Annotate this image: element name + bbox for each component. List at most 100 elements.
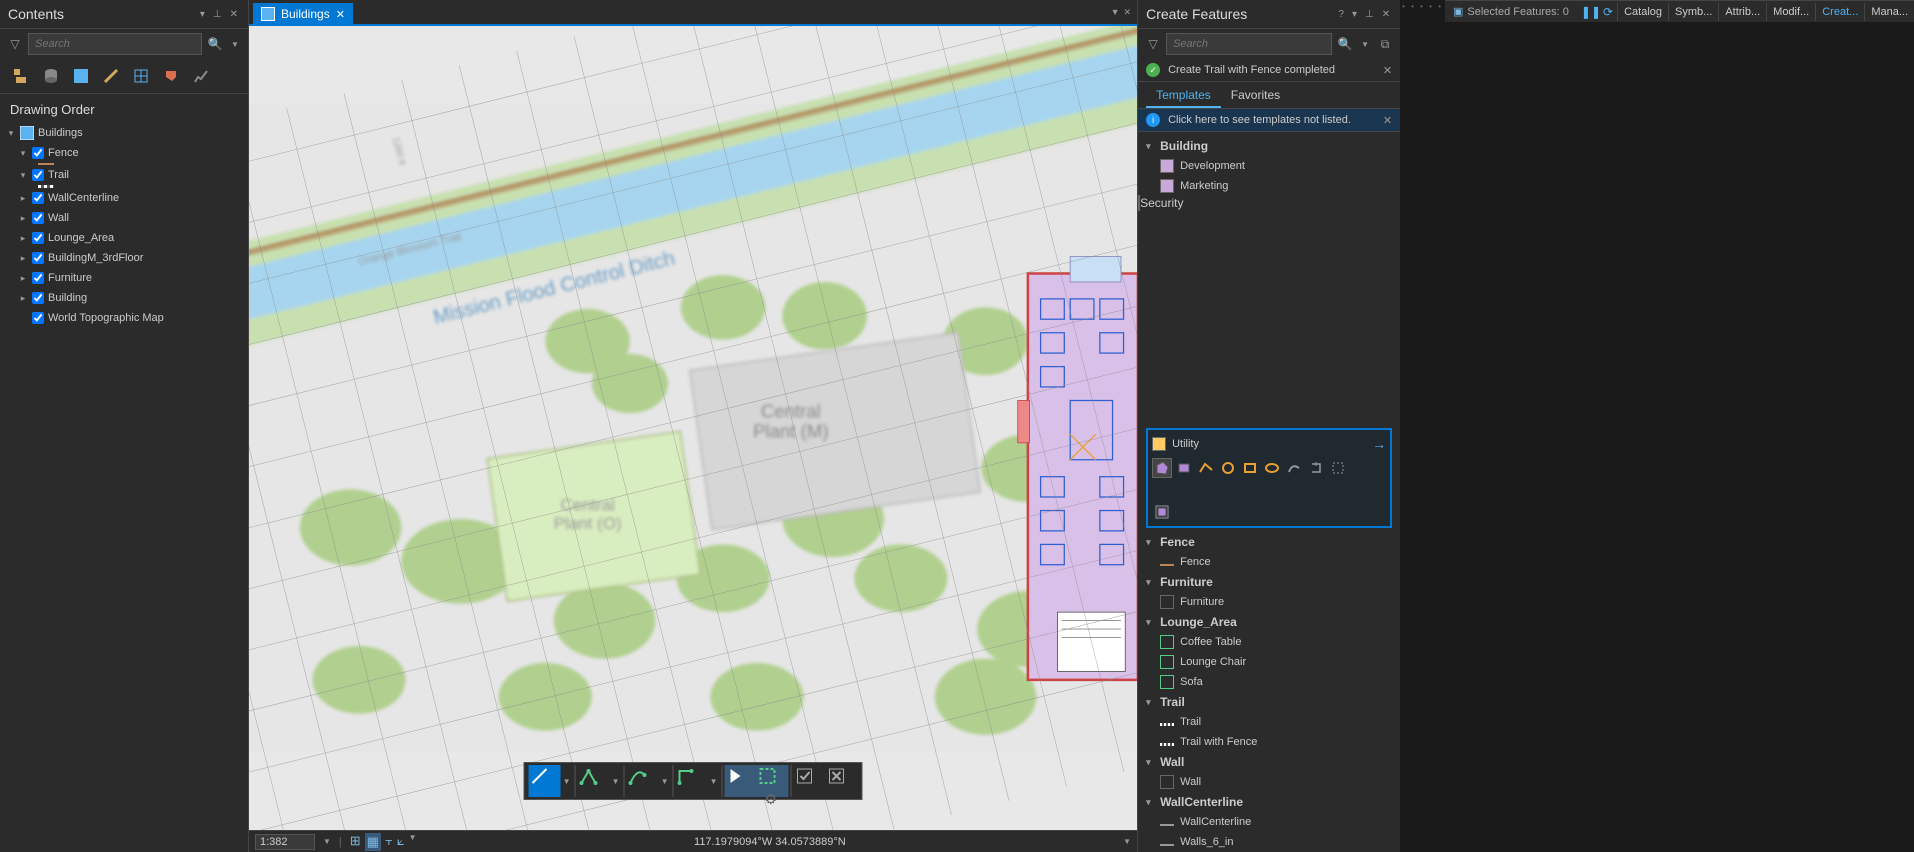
list-by-snapping-icon[interactable] (130, 65, 152, 87)
template-walls-6in[interactable]: Walls_6_in (1138, 832, 1400, 852)
toc-base-check[interactable] (32, 312, 44, 324)
toc-lounge[interactable]: ▸ Lounge_Area (0, 228, 248, 248)
curve-tool-dropdown-icon[interactable]: ▼ (659, 765, 671, 797)
tab-modify[interactable]: Modif... (1766, 3, 1815, 21)
template-furniture[interactable]: Furniture (1138, 592, 1400, 612)
expand-icon[interactable]: ▸ (18, 213, 28, 224)
tab-attributes[interactable]: Attrib... (1718, 3, 1766, 21)
snapping-icon[interactable]: ▦ (365, 833, 381, 851)
expand-icon[interactable]: ▸ (18, 253, 28, 264)
template-wallcenterline[interactable]: WallCenterline (1138, 812, 1400, 832)
freehand-line-icon[interactable] (1196, 458, 1216, 478)
tab-catalog[interactable]: Catalog (1617, 3, 1668, 21)
vertex-edit-icon[interactable] (725, 765, 757, 797)
collapse-icon[interactable]: ▾ (18, 170, 28, 181)
template-sofa[interactable]: Sofa (1138, 672, 1400, 692)
expand-icon[interactable]: ▸ (18, 273, 28, 284)
map-tab-buildings[interactable]: Buildings ✕ (253, 3, 353, 25)
group-wallcenterline[interactable]: ▾WallCenterline (1138, 792, 1400, 812)
template-trail-with-fence[interactable]: Trail with Fence (1138, 732, 1400, 752)
collapse-icon[interactable]: ▾ (6, 128, 16, 139)
tab-create[interactable]: Creat... (1815, 3, 1864, 21)
menu-icon[interactable]: ▾ (1350, 7, 1359, 22)
rect-tool-icon[interactable] (1240, 458, 1260, 478)
expand-icon[interactable]: ▸ (18, 193, 28, 204)
tab-close-all-icon[interactable]: ✕ (1124, 7, 1132, 18)
features-search-input[interactable] (1166, 33, 1332, 55)
line-tool-dropdown-icon[interactable]: ▼ (561, 765, 573, 797)
right-angle-dropdown-icon[interactable]: ▼ (708, 765, 720, 797)
more-tool-icon[interactable] (1152, 480, 1386, 500)
buffer-tool-icon[interactable] (1152, 502, 1172, 522)
expand-icon[interactable]: ▸ (18, 293, 28, 304)
toc-wall[interactable]: ▸ Wall (0, 208, 248, 228)
constraint-icon[interactable]: ⊞ (350, 833, 361, 851)
close-icon[interactable]: ✕ (1383, 64, 1392, 77)
toc-bld-check[interactable] (32, 292, 44, 304)
ellipse-tool-icon[interactable] (1262, 458, 1282, 478)
template-wall[interactable]: Wall (1138, 772, 1400, 792)
template-marketing[interactable]: Marketing (1138, 176, 1400, 196)
grid-icon[interactable]: ⫟ (385, 833, 393, 851)
expand-icon[interactable]: ▸ (18, 233, 28, 244)
toc-fence[interactable]: ▾ Fence (0, 143, 248, 163)
tab-favorites[interactable]: Favorites (1221, 82, 1290, 108)
toc-fence-check[interactable] (32, 147, 44, 159)
list-by-labeling-icon[interactable] (160, 65, 182, 87)
group-fence[interactable]: ▾Fence (1138, 532, 1400, 552)
finish-tool-icon[interactable] (794, 765, 826, 797)
rectangle-tool-icon[interactable] (1174, 458, 1194, 478)
toc-map[interactable]: ▾ Buildings (0, 123, 248, 143)
close-icon[interactable]: ✕ (1383, 114, 1392, 127)
contents-search-input[interactable] (28, 33, 202, 55)
toc-building[interactable]: ▸ Building (0, 288, 248, 308)
toc-furn-check[interactable] (32, 272, 44, 284)
pin-icon[interactable]: ⊥ (1363, 7, 1376, 22)
pin-icon[interactable]: ⊥ (211, 7, 224, 22)
map-canvas[interactable]: Mission Flood Control Ditch Orange Bloss… (249, 26, 1137, 830)
toc-wallcenterline[interactable]: ▸ WallCenterline (0, 188, 248, 208)
template-fence[interactable]: Fence (1138, 552, 1400, 572)
toc-bm-check[interactable] (32, 252, 44, 264)
template-trail[interactable]: Trail (1138, 712, 1400, 732)
tab-manage[interactable]: Mana... (1864, 3, 1914, 21)
help-icon[interactable]: ? (1336, 7, 1346, 22)
close-icon[interactable]: ✕ (1380, 7, 1392, 22)
arc-tool-dropdown-icon[interactable]: ▼ (610, 765, 622, 797)
circle-tool-icon[interactable] (1218, 458, 1238, 478)
template-development[interactable]: Development (1138, 156, 1400, 176)
template-coffee-table[interactable]: Coffee Table (1138, 632, 1400, 652)
group-lounge[interactable]: ▾Lounge_Area (1138, 612, 1400, 632)
stream-tool-icon[interactable] (1284, 458, 1304, 478)
group-wall[interactable]: ▾Wall (1138, 752, 1400, 772)
filter-icon[interactable]: ▽ (6, 35, 24, 53)
list-by-selection-icon[interactable] (70, 65, 92, 87)
menu-icon[interactable]: ▾ (198, 7, 207, 22)
toggle-panel-icon[interactable]: ⧉ (1376, 35, 1394, 53)
inference-dropdown-icon[interactable]: ▼ (409, 833, 417, 851)
toc-wall-check[interactable] (32, 212, 44, 224)
selected-features[interactable]: ▣ Selected Features: 0 (1445, 5, 1577, 18)
group-trail[interactable]: ▾Trail (1138, 692, 1400, 712)
gear-icon[interactable]: ⚙ (765, 791, 778, 808)
refresh-icon[interactable]: ⟳ (1603, 5, 1613, 19)
drag-handle[interactable]: • • • • • (1400, 0, 1445, 852)
list-by-editing-icon[interactable] (100, 65, 122, 87)
cancel-tool-icon[interactable] (826, 765, 858, 797)
toc-lounge-check[interactable] (32, 232, 44, 244)
correction-icon[interactable]: ⟀ (397, 833, 405, 851)
arc-tool-icon[interactable] (578, 765, 610, 797)
trace-poly-icon[interactable] (1328, 458, 1348, 478)
tab-dropdown-icon[interactable]: ▼ (1111, 7, 1120, 18)
search-icon[interactable]: 🔍 (1336, 35, 1354, 53)
right-angle-tool-icon[interactable] (676, 765, 708, 797)
toc-trail-check[interactable] (32, 169, 44, 181)
tab-symbology[interactable]: Symb... (1668, 3, 1718, 21)
info-notification[interactable]: i Click here to see templates not listed… (1138, 109, 1400, 132)
list-by-source-icon[interactable] (40, 65, 62, 87)
curve-tool-icon[interactable] (627, 765, 659, 797)
search-icon[interactable]: 🔍 (206, 35, 224, 53)
pause-icon[interactable]: ❚❚ (1581, 5, 1601, 19)
coord-dropdown-icon[interactable]: ▼ (1123, 837, 1131, 846)
line-tool-icon[interactable] (529, 765, 561, 797)
